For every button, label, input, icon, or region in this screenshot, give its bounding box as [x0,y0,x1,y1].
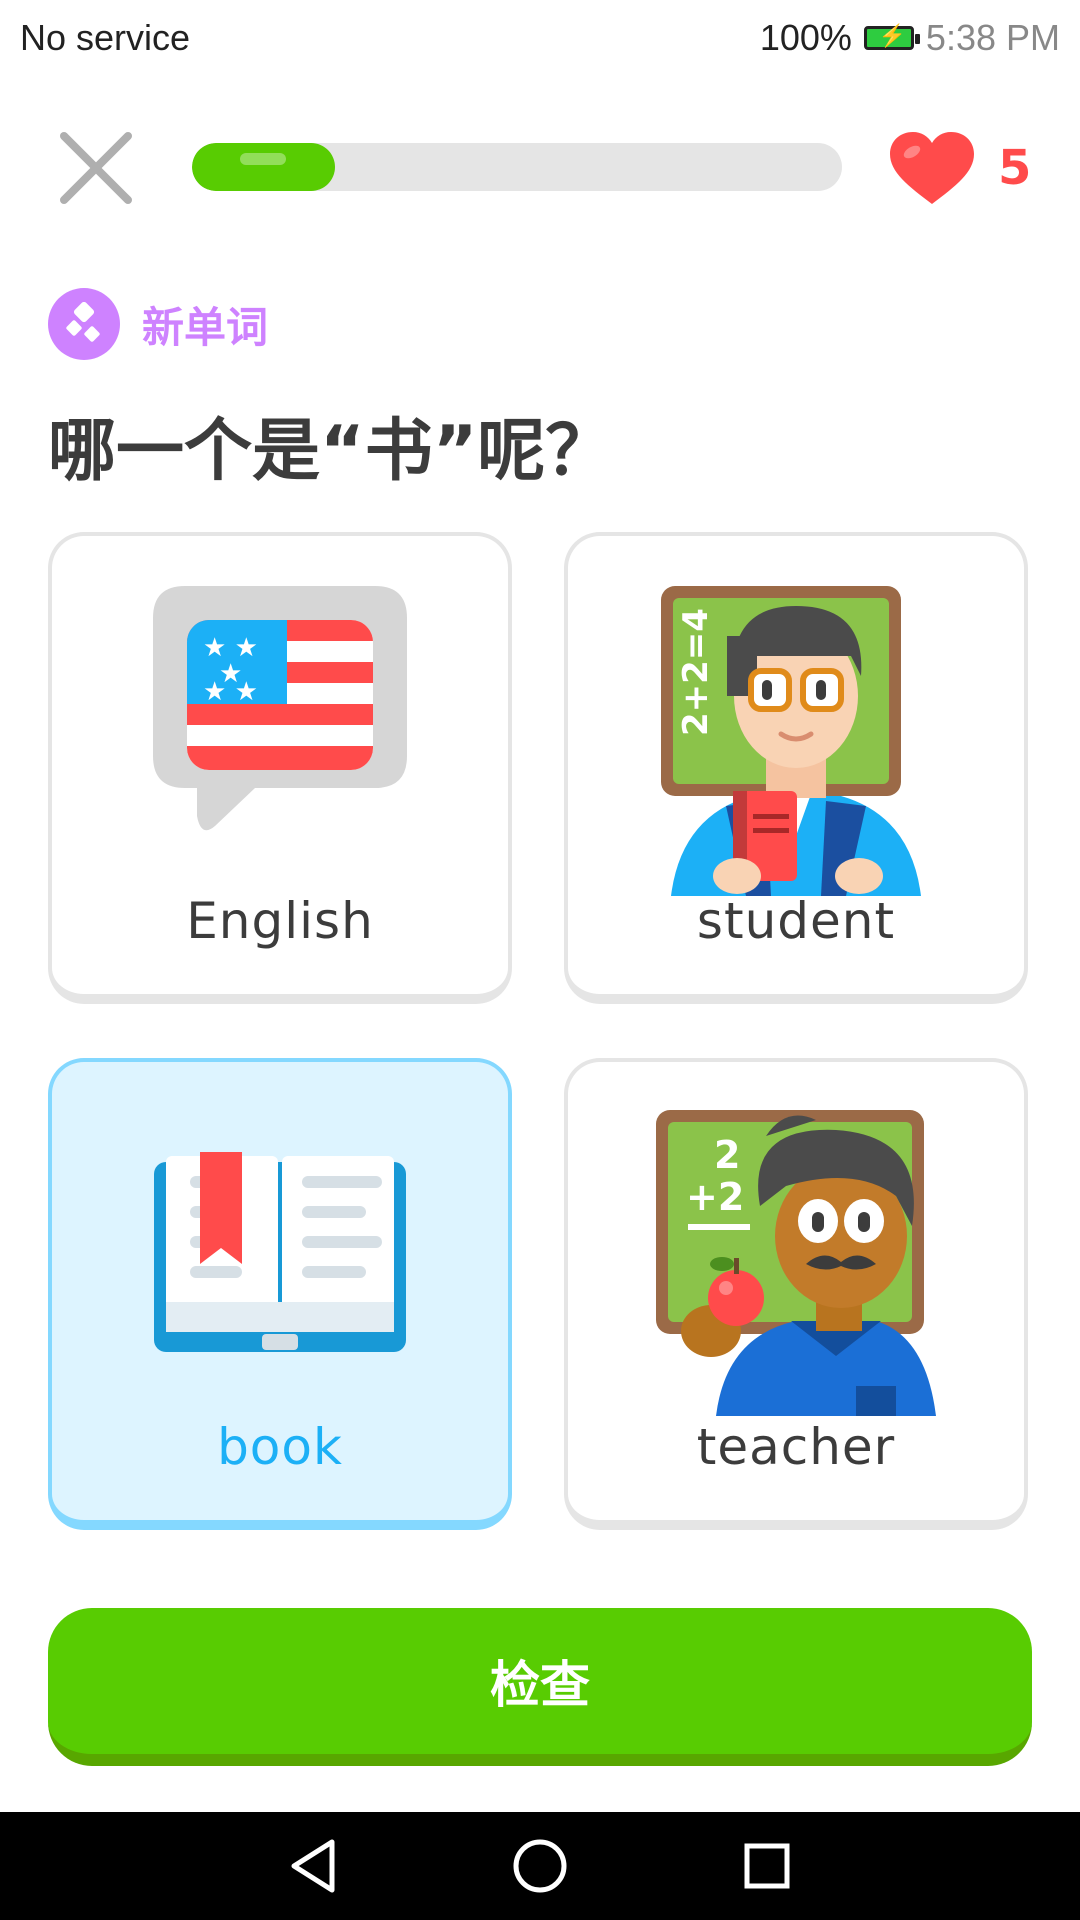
option-label: teacher [696,1418,896,1476]
option-card-book[interactable]: book [48,1058,512,1530]
svg-text:2+2=4: 2+2=4 [676,608,716,736]
status-right: 100% ⚡ 5:38 PM [760,17,1060,59]
battery-icon: ⚡ [863,23,920,50]
question-prompt: 哪一个是“书”呢？ [48,412,614,491]
hearts-indicator[interactable]: 5 [888,130,1031,206]
hearts-count: 5 [998,140,1032,196]
option-card-student[interactable]: 2+2=4 student [564,532,1028,1004]
nav-home-button[interactable] [508,1834,572,1898]
badge-label: 新单词 [142,302,269,352]
svg-text:★ ★: ★ ★ [203,677,258,707]
progress-fill [192,143,335,191]
option-label: book [217,1418,343,1476]
recents-square-icon [744,1843,790,1889]
new-word-icon [48,288,120,360]
student-illustration: 2+2=4 [568,576,1024,896]
teacher-illustration: 2 +2 [568,1106,1024,1416]
nav-recents-button[interactable] [735,1834,799,1898]
home-circle-icon [513,1839,567,1893]
close-button[interactable] [56,128,136,208]
option-label: English [186,892,374,950]
svg-text:2: 2 [714,1133,740,1177]
new-word-badge: 新单词 [48,288,268,360]
option-card-english[interactable]: ★ ★ ★ ★ ★ English [48,532,512,1004]
heart-icon [890,132,974,204]
nav-back-button[interactable] [281,1834,345,1898]
svg-text:+2: +2 [686,1175,744,1219]
back-triangle-icon [291,1839,335,1893]
status-bar: No service 100% ⚡ 5:38 PM [0,0,1080,75]
option-card-teacher[interactable]: 2 +2 teacher [564,1058,1028,1530]
close-icon [60,132,132,204]
navigation-bar [0,1812,1080,1920]
open-book-icon [52,1152,508,1362]
clock: 5:38 PM [925,16,1060,58]
lesson-progress-bar [192,143,842,191]
lesson-screen: No service 100% ⚡ 5:38 PM 5 新单词 哪一个是“书”呢… [0,0,1080,1920]
check-button[interactable]: 检查 [48,1608,1032,1766]
option-label: student [696,892,896,950]
battery-percent: 100% [759,16,852,58]
us-flag-speech-icon: ★ ★ ★ ★ ★ [52,576,508,856]
carrier-text: No service [20,16,191,58]
